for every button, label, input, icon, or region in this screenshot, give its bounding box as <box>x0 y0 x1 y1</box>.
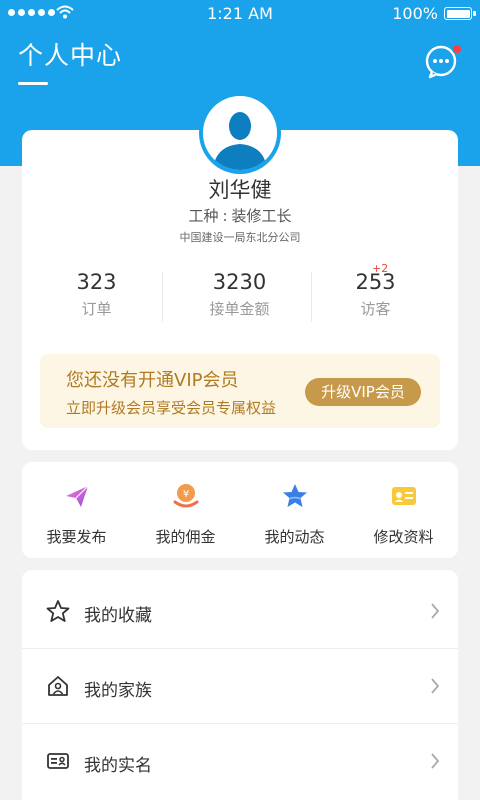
vip-title: 您还没有开通VIP会员 <box>66 370 239 391</box>
menu-label: 我的收藏 <box>84 606 152 626</box>
stat-visitors[interactable]: 253 访客 <box>303 270 448 319</box>
user-name: 刘华健 <box>208 178 272 202</box>
stats-row: 323 订单 3230 接单金额 253 访客 <box>22 270 458 324</box>
action-label: 我的佣金 <box>155 528 216 546</box>
id-card-outline-icon <box>47 753 69 769</box>
star-icon <box>282 484 307 507</box>
action-label: 修改资料 <box>373 528 434 546</box>
action-label: 我的动态 <box>264 528 325 546</box>
stat-orders[interactable]: 323 订单 <box>24 270 169 319</box>
vip-banner: 您还没有开通VIP会员 立即升级会员享受会员专属权益 升级VIP会员 <box>40 354 440 428</box>
action-label: 我要发布 <box>46 528 107 546</box>
status-bar: 1:21 AM 100% <box>0 0 480 28</box>
stat-label: 接单金额 <box>209 300 270 318</box>
paper-plane-icon <box>65 485 88 507</box>
star-outline-icon <box>46 600 70 622</box>
family-house-icon <box>48 676 68 696</box>
avatar[interactable] <box>199 92 281 174</box>
menu-list: 我的收藏 我的家族 我的实名 <box>22 570 458 800</box>
battery-icon <box>444 7 476 20</box>
menu-label: 我的实名 <box>84 756 152 776</box>
page-title: 个人中心 <box>18 41 123 70</box>
action-commission[interactable]: ¥ 我的佣金 <box>131 482 240 547</box>
job-title: 工种: 装修工长 <box>0 205 480 226</box>
stat-divider <box>162 272 163 322</box>
stat-label: 访客 <box>360 300 391 318</box>
stat-value: 3230 <box>212 270 267 294</box>
stat-value: 323 <box>76 270 117 294</box>
action-moments[interactable]: 我的动态 <box>240 482 349 547</box>
menu-item-family[interactable]: 我的家族 <box>22 648 458 723</box>
svg-text:¥: ¥ <box>182 489 188 500</box>
yen-coin-icon: ¥ <box>173 484 198 508</box>
visitor-badge: +2 <box>372 262 389 275</box>
stat-amount[interactable]: 3230 接单金额 <box>167 270 312 319</box>
menu-item-favorites[interactable]: 我的收藏 <box>22 573 458 648</box>
id-card-icon <box>391 487 416 505</box>
job-label: 工种 <box>188 207 219 225</box>
menu-item-realname[interactable]: 我的实名 <box>22 723 458 798</box>
user-silhouette-icon <box>203 96 277 170</box>
stat-label: 订单 <box>81 300 112 318</box>
menu-label: 我的家族 <box>84 681 152 701</box>
chevron-right-icon <box>431 753 440 769</box>
chevron-right-icon <box>431 678 440 694</box>
job-separator: : <box>222 207 228 225</box>
battery-percent: 100% <box>392 4 438 23</box>
action-publish[interactable]: 我要发布 <box>22 482 131 547</box>
company-name: 中国建设一局东北分公司 <box>179 231 301 244</box>
title-underline <box>18 82 48 85</box>
job-value: 装修工长 <box>231 207 292 225</box>
action-edit-profile[interactable]: 修改资料 <box>349 482 458 547</box>
quick-actions-card: 我要发布 ¥ 我的佣金 我的动态 修改资料 <box>22 462 458 558</box>
chevron-right-icon <box>431 603 440 619</box>
notification-dot <box>452 44 462 54</box>
vip-subtitle: 立即升级会员享受会员专属权益 <box>66 399 277 417</box>
upgrade-vip-button[interactable]: 升级VIP会员 <box>305 378 421 406</box>
